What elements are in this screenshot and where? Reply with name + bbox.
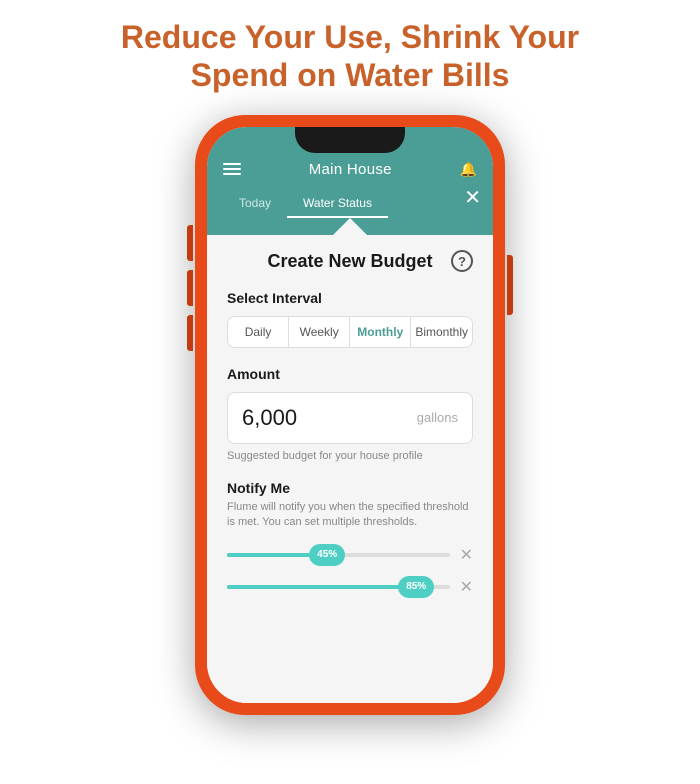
headline-line1: Reduce Your Use, Shrink Your <box>121 19 579 55</box>
headline-line2: Spend on Water Bills <box>191 57 510 93</box>
headline: Reduce Your Use, Shrink Your Spend on Wa… <box>91 0 609 105</box>
modal-overlay: Create New Budget ? Select Interval Dail… <box>207 127 493 703</box>
slider-thumb-2[interactable]: 85% <box>398 576 434 598</box>
modal-header: Create New Budget ? <box>227 251 473 272</box>
notify-title: Notify Me <box>227 480 473 496</box>
slider-track-2[interactable]: 85% <box>227 585 450 589</box>
interval-bimonthly[interactable]: Bimonthly <box>411 317 472 347</box>
slider-fill-2 <box>227 585 416 589</box>
interval-selector: Daily Weekly Monthly Bimonthly <box>227 316 473 348</box>
help-icon[interactable]: ? <box>451 250 473 272</box>
slider-thumb-1[interactable]: 45% <box>309 544 345 566</box>
threshold-row-2: 85% ✕ <box>227 577 473 597</box>
interval-monthly[interactable]: Monthly <box>350 317 411 347</box>
suggested-text: Suggested budget for your house profile <box>227 450 473 462</box>
phone-notch <box>295 127 405 153</box>
slider-track-1[interactable]: 45% <box>227 553 450 557</box>
threshold-row-1: 45% ✕ <box>227 545 473 565</box>
modal-title: Create New Budget <box>267 251 432 272</box>
notify-desc: Flume will notify you when the specified… <box>227 500 473 531</box>
amount-unit: gallons <box>417 410 458 425</box>
phone-screen: Main House 🔔 Today Water Status <box>207 127 493 703</box>
amount-label: Amount <box>227 366 473 382</box>
amount-box[interactable]: 6,000 gallons <box>227 392 473 444</box>
interval-label: Select Interval <box>227 290 473 306</box>
slider-remove-2[interactable]: ✕ <box>460 577 473 597</box>
interval-daily[interactable]: Daily <box>228 317 289 347</box>
close-button[interactable]: ✕ <box>464 185 481 210</box>
amount-value: 6,000 <box>242 405 297 431</box>
interval-weekly[interactable]: Weekly <box>289 317 350 347</box>
modal-content: Create New Budget ? Select Interval Dail… <box>207 235 493 703</box>
slider-remove-1[interactable]: ✕ <box>460 545 473 565</box>
phone-mockup: Main House 🔔 Today Water Status <box>195 115 505 715</box>
phone-frame: Main House 🔔 Today Water Status <box>195 115 505 715</box>
